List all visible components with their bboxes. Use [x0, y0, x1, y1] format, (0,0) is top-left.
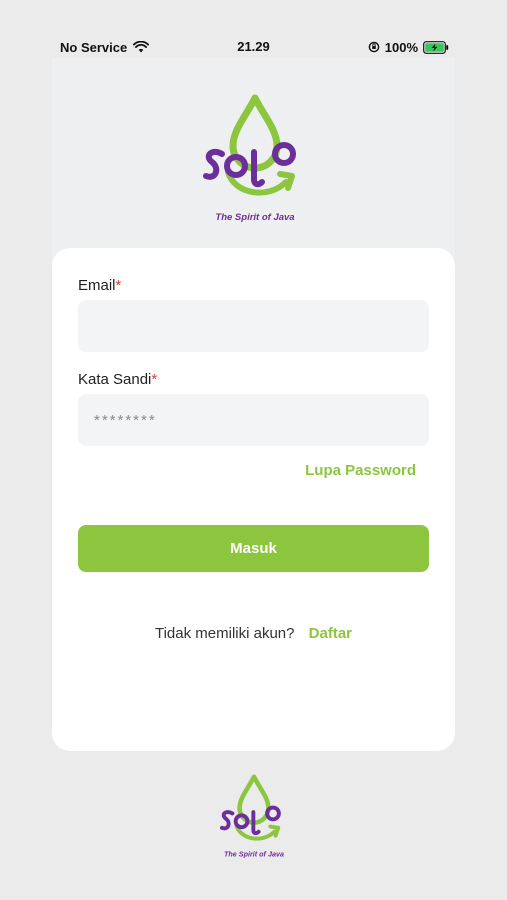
email-label: Email*	[78, 277, 121, 294]
password-input[interactable]	[78, 394, 429, 446]
forgot-password-link[interactable]: Lupa Password	[305, 462, 416, 479]
password-label-text: Kata Sandi	[78, 371, 152, 388]
register-prompt: Tidak memiliki akun?	[154, 625, 295, 642]
email-label-text: Email	[78, 277, 116, 294]
required-mark: *	[151, 371, 158, 388]
status-bar: No Service 21.29 100%	[0, 36, 507, 58]
orientation-lock-icon	[368, 41, 380, 53]
login-button[interactable]: Masuk	[78, 525, 429, 572]
register-row: Tidak memiliki akun? Daftar	[52, 625, 455, 642]
register-link[interactable]: Daftar	[309, 625, 352, 642]
solo-logo-top: The Spirit of Java	[203, 94, 296, 223]
tagline-top: The Spirit of Java	[215, 212, 294, 223]
email-input[interactable]	[78, 300, 429, 352]
solo-logo-bottom: The Spirit of Java	[219, 774, 284, 859]
battery-percent: 100%	[384, 39, 418, 55]
password-label: Kata Sandi*	[78, 371, 157, 388]
required-mark: *	[115, 277, 122, 294]
login-card: Email* Kata Sandi* Lupa Password Masuk T…	[52, 248, 455, 751]
tagline-bottom: The Spirit of Java	[224, 850, 284, 859]
battery-charging-icon	[423, 40, 449, 54]
status-right: 100%	[368, 36, 449, 58]
